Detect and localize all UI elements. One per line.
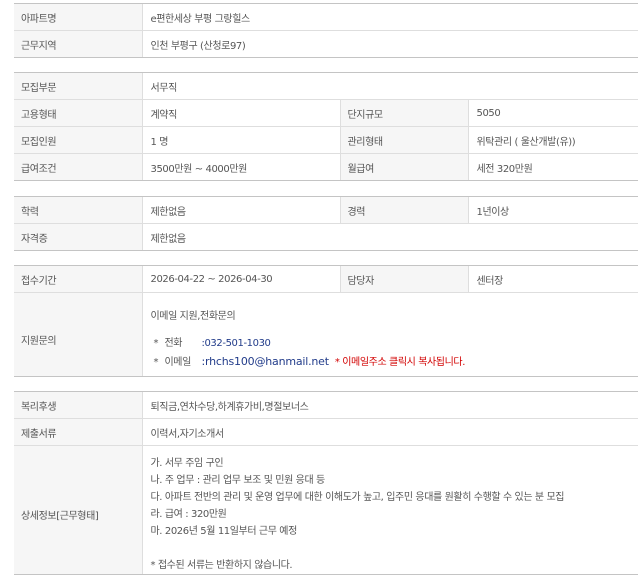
license-row: 자격증 제한없음 <box>14 223 638 251</box>
detail-line: 나. 주 업무 : 관리 업무 보조 및 민원 응대 등 <box>150 475 326 486</box>
inquiry-label: 지원문의 <box>14 292 142 377</box>
detail-line: 마. 2026년 5월 11일부터 근무 예정 <box>150 526 298 537</box>
monthly-value: 세전 320만원 <box>467 153 638 181</box>
contact-list: * 전화 :032-501-1030 * 이메일 :rhchs100@hanmail.n… <box>151 335 638 371</box>
salary-value: 3500만원 ~ 4000만원 <box>141 153 340 181</box>
employment-label: 고용형태 <box>14 99 142 127</box>
complex-size-value: 5050 <box>467 99 638 127</box>
apartment-name-value: e편한세상 부평 그랑힐스 <box>141 3 638 31</box>
headcount-label: 모집인원 <box>14 126 142 154</box>
detail-cell: 가. 서무 주임 구인 나. 주 업무 : 관리 업무 보조 및 민원 응대 등… <box>141 445 638 575</box>
complex-size-label: 단지규모 <box>339 99 468 127</box>
documents-row: 제출서류 이력서,자기소개서 <box>14 418 638 446</box>
location-label: 근무지역 <box>14 30 142 58</box>
detail-line: * 접수된 서류는 반환하지 않습니다. <box>150 560 293 571</box>
welfare-row: 복리후생 퇴직금,연차수당,하계휴가비,명절보너스 <box>14 391 638 419</box>
apartment-section: 아파트명 e편한세상 부평 그랑힐스 근무지역 인천 부평구 (산청로97) <box>14 3 638 58</box>
period-label: 접수기간 <box>14 265 142 293</box>
phone-row: * 전화 :032-501-1030 <box>151 335 638 353</box>
detail-line <box>151 540 638 557</box>
management-value: 위탁관리 ( 울산개발(유)) <box>467 126 638 154</box>
detail-line: 다. 아파트 전반의 관리 및 운영 업무에 대한 이해도가 높고, 입주민 응… <box>150 492 565 503</box>
apartment-name-row: 아파트명 e편한세상 부평 그랑힐스 <box>14 3 638 31</box>
experience-value: 1년이상 <box>467 196 638 224</box>
apartment-name-label: 아파트명 <box>14 3 142 31</box>
qualification-section: 학력 제한없음 경력 1년이상 자격증 제한없음 <box>14 196 638 251</box>
management-label: 관리형태 <box>339 126 468 154</box>
period-value: 2026-04-22 ~ 2026-04-30 <box>141 265 340 293</box>
phone-key: 전화 <box>164 337 183 349</box>
manager-value: 센터장 <box>467 265 638 293</box>
detail-line: 가. 서무 주임 구인 <box>150 458 224 469</box>
welfare-label: 복리후생 <box>14 391 142 419</box>
email-bullet: * <box>153 356 159 368</box>
detail-row: 상세정보[근무형태] 가. 서무 주임 구인 나. 주 업무 : 관리 업무 보… <box>14 445 638 575</box>
phone-bullet: * <box>153 337 159 349</box>
documents-label: 제출서류 <box>14 418 142 446</box>
detail-line: 라. 급여 : 320만원 <box>150 509 227 520</box>
job-posting: 아파트명 e편한세상 부평 그랑힐스 근무지역 인천 부평구 (산청로97) 모… <box>0 0 638 580</box>
license-value: 제한없음 <box>141 223 638 251</box>
monthly-label: 월급여 <box>339 153 468 181</box>
employment-value: 계약직 <box>141 99 340 127</box>
inquiry-cell: 이메일 지원,전화문의 * 전화 :032-501-1030 * 이메일 :rhchs1… <box>141 292 638 377</box>
email-copy-notice: * 이메일주소 클릭시 복사됩니다. <box>334 356 466 368</box>
dept-label: 모집부문 <box>14 72 142 100</box>
email-key: 이메일 <box>164 356 192 368</box>
dept-row: 모집부문 서무직 <box>14 72 638 100</box>
education-row: 학력 제한없음 경력 1년이상 <box>14 196 638 224</box>
salary-label: 급여조건 <box>14 153 142 181</box>
period-row: 접수기간 2026-04-22 ~ 2026-04-30 담당자 센터장 <box>14 265 638 293</box>
education-value: 제한없음 <box>141 196 340 224</box>
education-label: 학력 <box>14 196 142 224</box>
employment-row: 고용형태 계약직 단지규모 5050 <box>14 99 638 127</box>
location-value: 인천 부평구 (산청로97) <box>141 30 638 58</box>
detail-label: 상세정보[근무형태] <box>14 445 142 575</box>
dept-value: 서무직 <box>141 72 638 100</box>
details-section: 복리후생 퇴직금,연차수당,하계휴가비,명절보너스 제출서류 이력서,자기소개서… <box>14 391 638 575</box>
headcount-row: 모집인원 1 명 관리형태 위탁관리 ( 울산개발(유)) <box>14 126 638 154</box>
welfare-value: 퇴직금,연차수당,하계휴가비,명절보너스 <box>141 391 638 419</box>
manager-label: 담당자 <box>339 265 468 293</box>
email-link[interactable]: :rhchs100@hanmail.net <box>202 355 330 368</box>
headcount-value: 1 명 <box>141 126 340 154</box>
application-section: 접수기간 2026-04-22 ~ 2026-04-30 담당자 센터장 지원문… <box>14 265 638 377</box>
location-row: 근무지역 인천 부평구 (산청로97) <box>14 30 638 58</box>
license-label: 자격증 <box>14 223 142 251</box>
salary-row: 급여조건 3500만원 ~ 4000만원 월급여 세전 320만원 <box>14 153 638 181</box>
email-row: * 이메일 :rhchs100@hanmail.net * 이메일주소 클릭시 복사됩… <box>151 353 638 371</box>
recruit-section: 모집부문 서무직 고용형태 계약직 단지규모 5050 모집인원 1 명 관리형… <box>14 72 638 181</box>
phone-link[interactable]: :032-501-1030 <box>202 338 271 349</box>
inquiry-row: 지원문의 이메일 지원,전화문의 * 전화 :032-501-1030 * 이메일 :r… <box>14 292 638 377</box>
documents-value: 이력서,자기소개서 <box>141 418 638 446</box>
inquiry-value: 이메일 지원,전화문의 <box>150 310 236 322</box>
experience-label: 경력 <box>339 196 468 224</box>
